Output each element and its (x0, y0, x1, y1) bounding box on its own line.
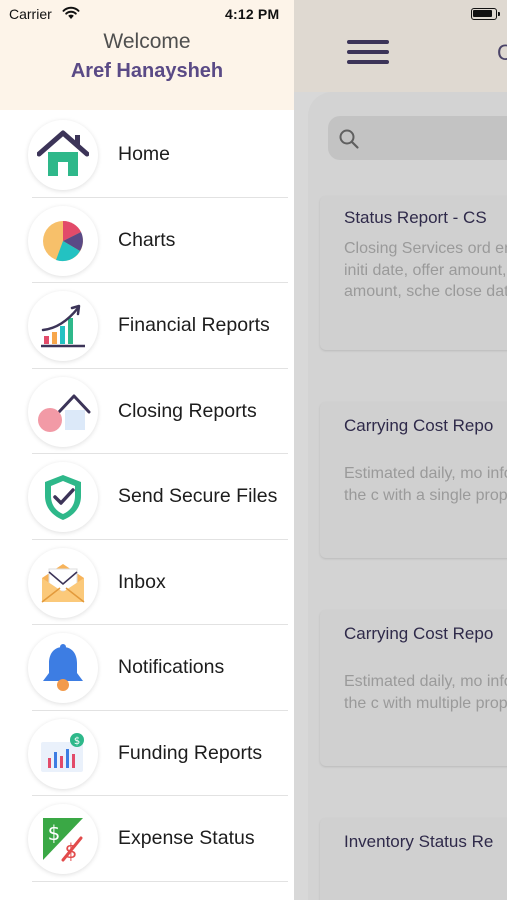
shield-check-icon (28, 462, 98, 532)
battery-icon (471, 8, 500, 20)
menu-item-funding-reports[interactable]: $ Funding Reports (0, 711, 294, 797)
menu-item-inbox[interactable]: Inbox (0, 540, 294, 626)
svg-text:$: $ (48, 821, 61, 845)
menu-item-send-secure-files[interactable]: Send Secure Files (0, 454, 294, 540)
main-page-title: C (497, 40, 507, 65)
menu-hamburger-icon[interactable] (347, 40, 389, 66)
menu-item-expense-status[interactable]: $ $ Expense Status (0, 796, 294, 882)
report-card-title: Carrying Cost Repo (344, 416, 494, 435)
report-card-description: Estimated daily, mo information on the c… (344, 673, 507, 712)
menu-item-label: Home (118, 143, 171, 165)
status-time: 4:12 PM (225, 6, 280, 22)
report-card-description: Estimated daily, mo information on the c… (344, 465, 507, 504)
report-card[interactable]: Status Report - CS Closing Services ord … (320, 196, 507, 350)
menu-item-label: Expense Status (118, 827, 255, 849)
report-card-title: Inventory Status Re (344, 832, 494, 851)
menu-item-notifications[interactable]: Notifications (0, 625, 294, 711)
menu-item-home[interactable]: Home (0, 112, 294, 198)
report-card[interactable]: Inventory Status Re (320, 818, 507, 900)
menu-item-label: Charts (118, 228, 176, 251)
report-card-title: Status Report - CS (344, 208, 487, 227)
menu-item-label: Notifications (118, 656, 225, 678)
menu-item-label: Financial Reports (118, 314, 270, 336)
home-icon (28, 120, 98, 190)
menu-item-closing-reports[interactable]: Closing Reports (0, 369, 294, 455)
menu-item-label: Funding Reports (118, 741, 263, 764)
bell-icon (28, 633, 98, 703)
report-card[interactable]: Carrying Cost Repo Estimated daily, mo i… (320, 610, 507, 766)
expense-dollar-icon: $ $ (28, 804, 98, 874)
report-card-description: Closing Services ord employee name, init… (344, 240, 507, 300)
menu-item-charts[interactable]: Charts (0, 198, 294, 284)
report-card[interactable]: Carrying Cost Repo Estimated daily, mo i… (320, 402, 507, 558)
funding-chart-icon: $ (28, 718, 98, 789)
menu-item-financial-reports[interactable]: Financial Reports (0, 283, 294, 369)
menu-item-label: Closing Reports (118, 399, 257, 422)
search-icon (339, 129, 359, 149)
wifi-icon (62, 6, 80, 19)
menu-item-label: Send Secure Files (118, 485, 278, 507)
drawer-header: Carrier 4:12 PM Welcome Aref Hanaysheh (0, 0, 294, 110)
pie-chart-icon (28, 205, 98, 276)
envelope-icon (28, 547, 98, 618)
house-closing-icon (28, 376, 98, 447)
navigation-drawer: Carrier 4:12 PM Welcome Aref Hanaysheh H… (0, 0, 294, 900)
user-name: Aref Hanaysheh (70, 60, 224, 82)
status-bar-right (471, 8, 500, 20)
svg-text:$: $ (74, 736, 80, 747)
report-card-title: Carrying Cost Repo (344, 624, 494, 643)
drawer-menu: Home Charts Financial Reports Closing Re… (0, 112, 294, 882)
search-input[interactable] (328, 116, 507, 160)
menu-item-label: Inbox (118, 570, 166, 593)
carrier-label: Carrier (9, 6, 52, 22)
status-bar: Carrier 4:12 PM (0, 0, 294, 30)
welcome-label: Welcome (103, 30, 191, 53)
bar-chart-growth-icon (28, 291, 98, 361)
